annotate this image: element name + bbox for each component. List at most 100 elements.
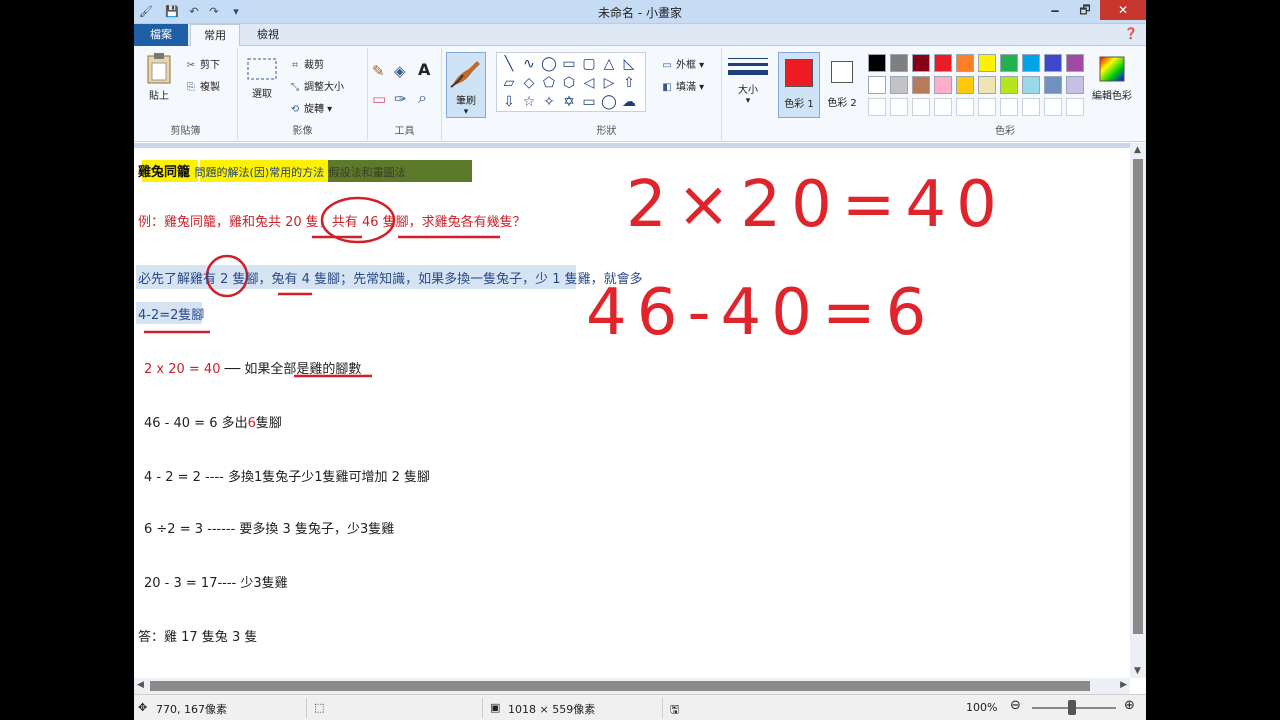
fill-bucket-icon[interactable]: ◈ xyxy=(394,62,406,80)
shape-option[interactable]: ⬠ xyxy=(540,74,558,92)
zoom-out-icon[interactable]: ⊖ xyxy=(1010,698,1021,713)
scroll-down-icon[interactable]: ▼ xyxy=(1134,666,1141,676)
shape-option[interactable]: ◯ xyxy=(600,93,618,111)
shape-option[interactable]: ▭ xyxy=(580,93,598,111)
palette-swatch-empty[interactable] xyxy=(1000,98,1018,116)
palette-swatch[interactable] xyxy=(890,54,908,72)
palette-swatch-empty[interactable] xyxy=(868,98,886,116)
palette-swatch[interactable] xyxy=(1000,54,1018,72)
vertical-scroll-thumb[interactable] xyxy=(1133,159,1143,634)
size-label: 大小 xyxy=(738,85,758,96)
tab-file[interactable]: 檔案 xyxy=(134,24,188,46)
palette-swatch-empty[interactable] xyxy=(956,98,974,116)
canvas-size-icon: ▣ xyxy=(490,701,501,714)
palette-swatch[interactable] xyxy=(934,54,952,72)
palette-swatch-empty[interactable] xyxy=(1066,98,1084,116)
palette-swatch-empty[interactable] xyxy=(978,98,996,116)
zoom-in-icon[interactable]: ⊕ xyxy=(1124,698,1135,713)
shape-option[interactable]: ◇ xyxy=(520,74,538,92)
brushes-button[interactable]: 筆刷 ▾ xyxy=(446,52,486,118)
shape-option[interactable]: ◯ xyxy=(540,55,558,73)
palette-swatch[interactable] xyxy=(1044,76,1062,94)
file-size-icon: 🖫 xyxy=(670,703,680,716)
palette-swatch[interactable] xyxy=(978,54,996,72)
crop-button[interactable]: ⌗ 裁剪 xyxy=(288,56,324,71)
edit-colors-button[interactable]: 編輯色彩 xyxy=(1086,54,1138,102)
palette-swatch[interactable] xyxy=(1022,54,1040,72)
palette-swatch[interactable] xyxy=(868,54,886,72)
palette-swatch[interactable] xyxy=(956,76,974,94)
shape-option[interactable]: ▷ xyxy=(600,74,618,92)
palette-swatch[interactable] xyxy=(1066,76,1084,94)
fill-button[interactable]: ◧ 填滿 ▾ xyxy=(660,78,704,93)
resize-label: 調整大小 xyxy=(304,82,344,93)
palette-swatch[interactable] xyxy=(1066,54,1084,72)
size-button[interactable]: 大小 ▾ xyxy=(728,56,768,106)
palette-swatch-empty[interactable] xyxy=(1022,98,1040,116)
color-picker-icon[interactable]: ✑ xyxy=(394,90,407,108)
shape-option[interactable]: ✧ xyxy=(540,93,558,111)
eraser-icon[interactable]: ▭ xyxy=(372,90,386,108)
shape-option[interactable]: ▭ xyxy=(560,55,578,73)
shape-option[interactable]: ∿ xyxy=(520,55,538,73)
shape-option[interactable]: ▱ xyxy=(500,74,518,92)
cut-label: 剪下 xyxy=(200,60,220,71)
shape-option[interactable]: ✡ xyxy=(560,93,578,111)
shape-option[interactable]: ▢ xyxy=(580,55,598,73)
outline-button[interactable]: ▭ 外框 ▾ xyxy=(660,56,704,71)
drawing-canvas[interactable]: 雞兔同籠 問題的解法(因)常用的方法 假設法和畫圖法 例：雞兔同籠，雞和兔共 2… xyxy=(134,148,1130,678)
palette-swatch[interactable] xyxy=(868,76,886,94)
rotate-button[interactable]: ⟲ 旋轉 ▾ xyxy=(288,100,332,115)
brushes-dropdown-icon: ▾ xyxy=(463,107,469,117)
palette-swatch[interactable] xyxy=(1044,54,1062,72)
palette-swatch[interactable] xyxy=(890,76,908,94)
close-button[interactable]: ✕ xyxy=(1100,0,1146,20)
magnifier-icon[interactable]: ⌕ xyxy=(418,88,427,108)
select-button[interactable]: 選取 xyxy=(244,56,280,100)
copy-button[interactable]: ⎘ 複製 xyxy=(184,78,220,93)
scroll-left-icon[interactable]: ◀ xyxy=(137,680,144,690)
minimize-button[interactable]: 🗕 xyxy=(1040,0,1070,20)
palette-swatch[interactable] xyxy=(1000,76,1018,94)
shape-option[interactable]: ╲ xyxy=(500,55,518,73)
palette-swatch[interactable] xyxy=(978,76,996,94)
shape-option[interactable]: ☁ xyxy=(620,93,638,111)
color1-button[interactable]: 色彩 1 xyxy=(778,52,820,118)
palette-swatch[interactable] xyxy=(912,54,930,72)
shape-option[interactable]: ◺ xyxy=(620,55,638,73)
shape-option[interactable]: ☆ xyxy=(520,93,538,111)
step-2: 46 - 40 = 6 多出6隻腳 xyxy=(144,412,282,431)
horizontal-scroll-thumb[interactable] xyxy=(150,681,1090,691)
note-line-2: 4-2=2隻腳 xyxy=(138,308,205,323)
palette-swatch[interactable] xyxy=(934,76,952,94)
text-tool-icon[interactable]: A xyxy=(418,60,430,79)
tab-view[interactable]: 檢視 xyxy=(246,24,290,46)
scroll-up-icon[interactable]: ▲ xyxy=(1134,145,1141,155)
palette-swatch[interactable] xyxy=(956,54,974,72)
paste-button[interactable]: 貼上 xyxy=(144,52,174,102)
horizontal-scrollbar[interactable]: ◀ ▶ xyxy=(134,678,1130,694)
pencil-icon[interactable]: ✎ xyxy=(372,62,385,80)
palette-swatch-empty[interactable] xyxy=(912,98,930,116)
palette-swatch-empty[interactable] xyxy=(1044,98,1062,116)
shape-option[interactable]: ⇧ xyxy=(620,74,638,92)
zoom-slider-thumb[interactable] xyxy=(1068,700,1076,715)
cut-button[interactable]: ✂ 剪下 xyxy=(184,56,220,71)
scroll-right-icon[interactable]: ▶ xyxy=(1120,680,1127,690)
shape-option[interactable]: ⇩ xyxy=(500,93,518,111)
shape-option[interactable]: △ xyxy=(600,55,618,73)
help-icon[interactable]: ❓ xyxy=(1124,27,1138,40)
palette-swatch-empty[interactable] xyxy=(890,98,908,116)
shape-option[interactable]: ◁ xyxy=(580,74,598,92)
step-5: 20 - 3 = 17---- 少3隻雞 xyxy=(144,576,288,591)
shape-option[interactable]: ⬡ xyxy=(560,74,578,92)
palette-swatch-empty[interactable] xyxy=(934,98,952,116)
color2-button[interactable]: 色彩 2 xyxy=(822,52,862,118)
palette-swatch[interactable] xyxy=(912,76,930,94)
resize-button[interactable]: ⤡ 調整大小 xyxy=(288,78,344,93)
edit-colors-icon xyxy=(1099,56,1125,82)
tab-home[interactable]: 常用 xyxy=(190,24,240,47)
maximize-button[interactable]: 🗗 xyxy=(1070,0,1100,20)
vertical-scrollbar[interactable]: ▲ ▼ xyxy=(1130,143,1146,678)
palette-swatch[interactable] xyxy=(1022,76,1040,94)
